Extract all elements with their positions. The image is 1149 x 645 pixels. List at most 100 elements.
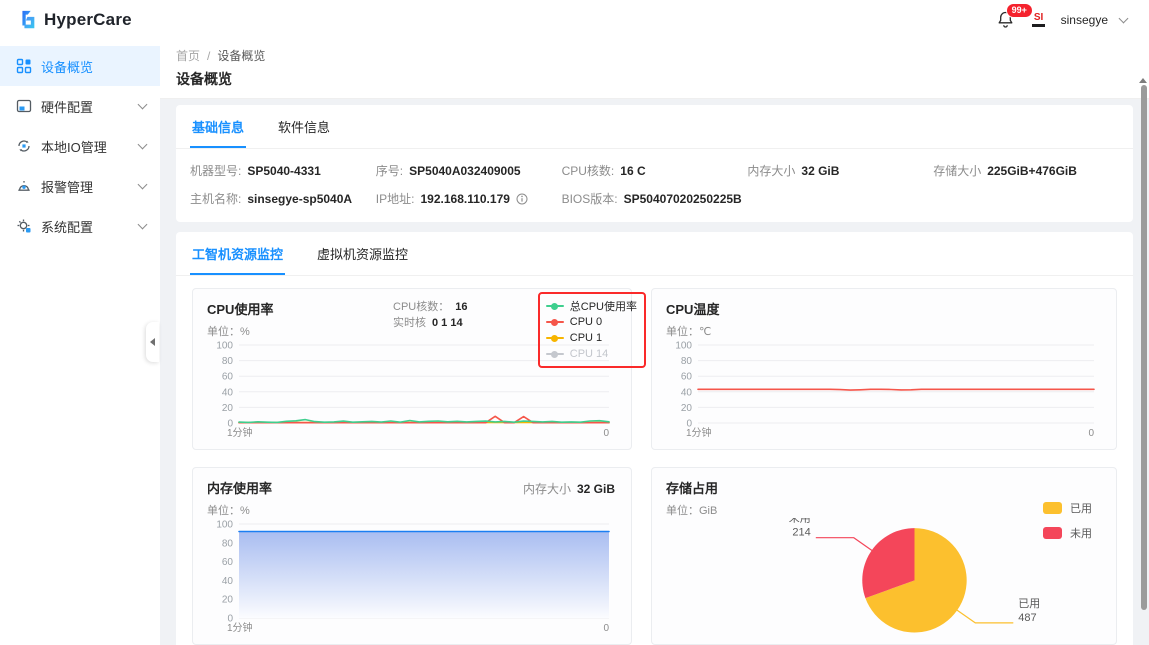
sidebar-item-hardware-config[interactable]: 硬件配置 bbox=[0, 86, 160, 126]
hardware-icon bbox=[16, 98, 32, 114]
storage-pie-chart: 已用487 未用214 bbox=[666, 518, 1102, 634]
app-logo: HyperCare bbox=[16, 9, 132, 31]
svg-text:20: 20 bbox=[222, 403, 234, 414]
svg-text:100: 100 bbox=[216, 520, 233, 531]
legend-item-3[interactable]: CPU 14 bbox=[546, 346, 637, 362]
legend-marker bbox=[546, 353, 564, 355]
legend-marker bbox=[546, 321, 564, 323]
svg-text:20: 20 bbox=[681, 403, 693, 414]
ip-info-icon[interactable] bbox=[516, 193, 528, 205]
page-title: 设备概览 bbox=[176, 69, 1133, 89]
cpu-cores-info: CPU核数：16 实时核0 1 14 bbox=[393, 299, 467, 331]
field-serial-number: 序号: SP5040A032409005 bbox=[376, 162, 562, 179]
field-storage-size: 存储大小 225GiB+476GiB bbox=[933, 162, 1119, 179]
info-tabs: 基础信息 软件信息 bbox=[176, 105, 1133, 149]
app-name: HyperCare bbox=[44, 10, 132, 30]
field-memory-size: 内存大小 32 GiB bbox=[747, 162, 933, 179]
chevron-down-icon bbox=[138, 100, 148, 110]
svg-text:40: 40 bbox=[681, 387, 693, 398]
cpu-temp-title: CPU温度 bbox=[666, 299, 1102, 318]
cpu-usage-chart-card: CPU使用率 CPU核数：16 实时核0 1 14 总CPU使用率CPU 0CP… bbox=[192, 288, 632, 450]
storage-usage-chart-card: 存储占用 单位：GiB 已用未用 已用487 未用214 bbox=[651, 467, 1117, 645]
resource-monitor-card: 工智机资源监控 虚拟机资源监控 CPU使用率 CPU核数：16 实时核0 1 1… bbox=[176, 232, 1133, 645]
info-fields: 机器型号: SP5040-4331 序号: SP5040A032409005 C… bbox=[176, 149, 1133, 222]
grid-icon bbox=[16, 58, 32, 74]
username[interactable]: sinsegye bbox=[1061, 13, 1108, 27]
svg-text:1分钟: 1分钟 bbox=[227, 621, 253, 634]
svg-text:未用214: 未用214 bbox=[789, 518, 811, 539]
field-ip-address: IP地址: 192.168.110.179 bbox=[376, 190, 562, 207]
tab-software-info[interactable]: 软件信息 bbox=[276, 105, 332, 148]
svg-text:20: 20 bbox=[222, 595, 234, 606]
memory-usage-unit: 单位：% bbox=[207, 502, 617, 518]
chevron-down-icon bbox=[138, 140, 148, 150]
sidebar-item-alarm-management[interactable]: 报警管理 bbox=[0, 166, 160, 206]
legend-marker bbox=[546, 337, 564, 339]
page-header: 首页 / 设备概览 设备概览 bbox=[160, 40, 1149, 99]
field-machine-model: 机器型号: SP5040-4331 bbox=[190, 162, 376, 179]
annotation-highlight-box: 总CPU使用率CPU 0CPU 1CPU 14 bbox=[538, 292, 646, 368]
legend-item-已用[interactable]: 已用 bbox=[1043, 500, 1092, 516]
device-info-card: 基础信息 软件信息 机器型号: SP5040-4331 序号: SP5040A0… bbox=[176, 105, 1133, 222]
field-bios-version: BIOS版本: SP50407020250225B bbox=[562, 190, 748, 207]
scrollbar-up-arrow[interactable] bbox=[1139, 74, 1147, 83]
collapse-arrow-icon bbox=[150, 338, 155, 346]
io-sync-icon bbox=[16, 138, 32, 154]
storage-legend: 已用未用 bbox=[1043, 500, 1092, 541]
tab-basic-info[interactable]: 基础信息 bbox=[190, 105, 246, 148]
hypercare-logo-icon bbox=[16, 9, 38, 31]
tab-vm-resource-monitor[interactable]: 虚拟机资源监控 bbox=[315, 232, 410, 275]
user-menu-chevron-icon[interactable] bbox=[1119, 13, 1129, 23]
sidebar-item-local-io[interactable]: 本地IO管理 bbox=[0, 126, 160, 166]
storage-usage-title: 存储占用 bbox=[666, 478, 1102, 497]
sidebar-item-system-config[interactable]: 系统配置 bbox=[0, 206, 160, 246]
chevron-down-icon bbox=[138, 180, 148, 190]
svg-text:80: 80 bbox=[222, 538, 234, 549]
chevron-down-icon bbox=[138, 220, 148, 230]
legend-swatch bbox=[1043, 502, 1062, 514]
svg-text:60: 60 bbox=[222, 557, 234, 568]
legend-swatch bbox=[1043, 527, 1062, 539]
scrollbar-thumb[interactable] bbox=[1141, 85, 1147, 610]
svg-text:80: 80 bbox=[681, 356, 693, 367]
svg-text:100: 100 bbox=[675, 341, 692, 352]
cpu-temp-unit: 单位：℃ bbox=[666, 323, 1102, 339]
cpu-temp-chart-card: CPU温度 单位：℃ 0204060801001分钟0 bbox=[651, 288, 1117, 450]
svg-text:60: 60 bbox=[222, 372, 234, 383]
topbar: HyperCare 99+ SI sinsegye bbox=[0, 0, 1149, 40]
legend-item-2[interactable]: CPU 1 bbox=[546, 330, 637, 346]
svg-text:40: 40 bbox=[222, 576, 234, 587]
svg-text:100: 100 bbox=[216, 341, 233, 352]
svg-text:已用487: 已用487 bbox=[1018, 598, 1040, 624]
breadcrumb-separator: / bbox=[207, 49, 210, 63]
svg-text:80: 80 bbox=[222, 356, 234, 367]
sidebar-collapse-handle[interactable] bbox=[146, 322, 159, 362]
field-cpu-cores: CPU核数: 16 C bbox=[562, 162, 748, 179]
sidebar-item-device-overview[interactable]: 设备概览 bbox=[0, 46, 160, 86]
svg-text:1分钟: 1分钟 bbox=[227, 426, 253, 439]
cpu-temp-chart: 0204060801001分钟0 bbox=[666, 339, 1102, 439]
legend-item-0[interactable]: 总CPU使用率 bbox=[546, 298, 637, 314]
legend-marker bbox=[546, 305, 564, 307]
tab-host-resource-monitor[interactable]: 工智机资源监控 bbox=[190, 232, 285, 275]
breadcrumb: 首页 / 设备概览 bbox=[176, 47, 1133, 64]
alarm-icon bbox=[16, 178, 32, 194]
legend-item-未用[interactable]: 未用 bbox=[1043, 525, 1092, 541]
notification-badge: 99+ bbox=[1006, 3, 1033, 18]
storage-usage-unit: 单位：GiB bbox=[666, 502, 1102, 518]
svg-text:60: 60 bbox=[681, 372, 693, 383]
svg-text:0: 0 bbox=[603, 428, 609, 439]
memory-usage-chart: 0204060801001分钟0 bbox=[207, 518, 617, 634]
breadcrumb-current: 设备概览 bbox=[217, 47, 265, 64]
legend-item-1[interactable]: CPU 0 bbox=[546, 314, 637, 330]
gear-icon bbox=[16, 218, 32, 234]
memory-usage-chart-card: 内存使用率 内存大小32 GiB 单位：% 0204060801001分钟0 bbox=[192, 467, 632, 645]
breadcrumb-home[interactable]: 首页 bbox=[176, 47, 200, 64]
notifications-button[interactable]: 99+ bbox=[995, 9, 1017, 31]
field-hostname: 主机名称: sinsegye-sp5040A bbox=[190, 190, 376, 207]
cpu-usage-legend: 总CPU使用率CPU 0CPU 1CPU 14 bbox=[546, 298, 637, 362]
svg-text:1分钟: 1分钟 bbox=[686, 426, 712, 439]
memory-size-info: 内存大小32 GiB bbox=[523, 480, 615, 497]
svg-text:0: 0 bbox=[1088, 428, 1094, 439]
sidebar: 设备概览 硬件配置 本地IO管理 bbox=[0, 40, 160, 645]
